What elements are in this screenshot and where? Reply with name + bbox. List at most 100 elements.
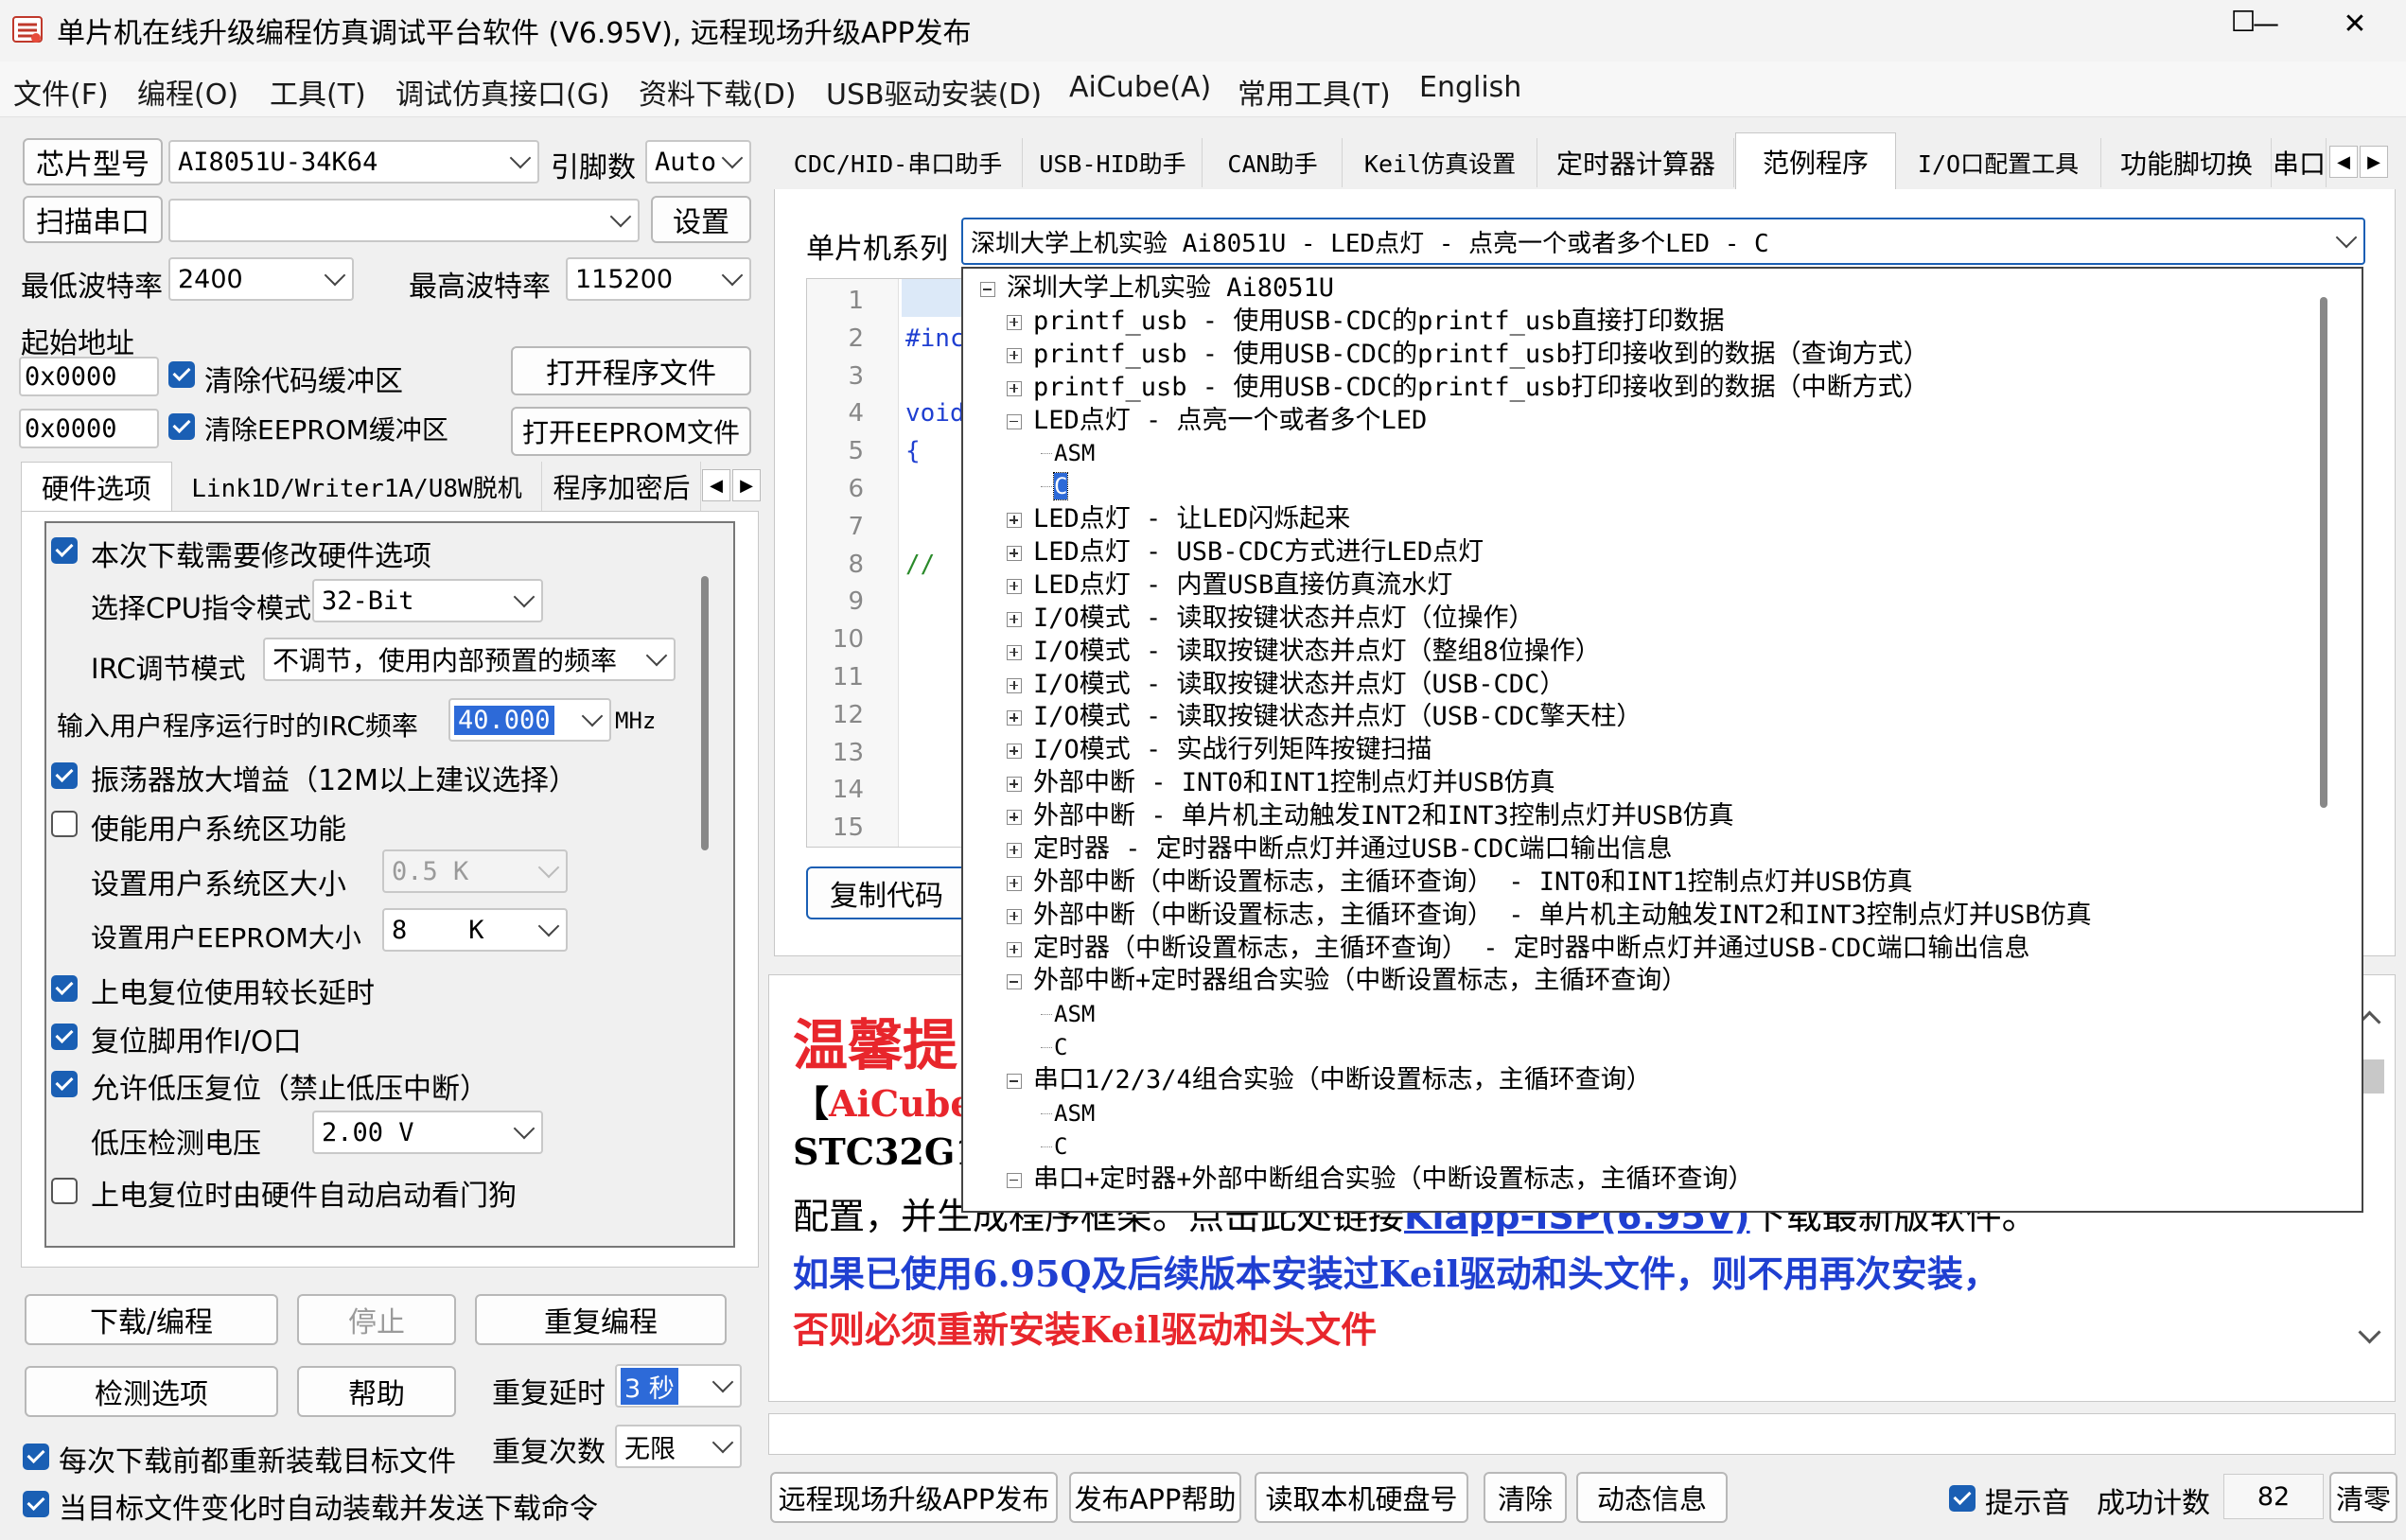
collapse-icon[interactable] (1007, 1074, 1022, 1090)
address-input-2[interactable]: 0x0000 (19, 409, 159, 448)
tree-item[interactable]: 串口1/2/3/4组合实验（中断设置标志，主循环查询） (1033, 1064, 1652, 1096)
expand-icon[interactable] (1007, 513, 1022, 529)
tree-item[interactable]: printf_usb - 使用USB-CDC的printf_usb打印接收到的数… (1033, 339, 1929, 371)
menu-usb-driver[interactable]: USB驱动安装(D) (826, 71, 1042, 113)
tab-serial[interactable]: 串口 (2273, 138, 2327, 187)
menu-program[interactable]: 编程(O) (137, 71, 238, 113)
tab-scroll-left-button[interactable]: ◀ (702, 469, 730, 501)
tab-scroll-left-button[interactable]: ◀ (2329, 146, 2358, 178)
auto-watchdog-checkbox[interactable] (51, 1178, 78, 1204)
max-baud-select[interactable]: 115200 (566, 257, 751, 301)
expand-icon[interactable] (1007, 644, 1022, 660)
settings-button[interactable]: 设置 (651, 196, 751, 243)
tab-pin-switch[interactable]: 功能脚切换 (2102, 138, 2272, 187)
collapse-icon[interactable] (1007, 413, 1022, 429)
download-program-button[interactable]: 下载/编程 (25, 1294, 278, 1345)
close-button[interactable]: ✕ (2331, 8, 2379, 41)
expand-icon[interactable] (1007, 677, 1022, 693)
reset-count-button[interactable]: 清零 (2329, 1472, 2397, 1523)
address-input-1[interactable]: 0x0000 (19, 357, 159, 396)
expand-icon[interactable] (1007, 347, 1022, 363)
chip-model-button[interactable]: 芯片型号 (23, 138, 163, 185)
long-delay-checkbox[interactable] (51, 975, 78, 1002)
expand-icon[interactable] (1007, 546, 1022, 562)
expand-icon[interactable] (1007, 875, 1022, 891)
tab-timer-calc[interactable]: 定时器计算器 (1538, 138, 1734, 187)
publish-app-button[interactable]: 远程现场升级APP发布 (770, 1472, 1058, 1523)
tree-item[interactable]: I/O模式 - 实战行列矩阵按键扫描 (1033, 734, 1432, 766)
tree-item[interactable]: 定时器 - 定时器中断点灯并通过USB-CDC端口输出信息 (1033, 833, 1673, 866)
menu-common-tools[interactable]: 常用工具(T) (1238, 71, 1391, 113)
tree-item[interactable]: ASM (1054, 1097, 1095, 1129)
expand-icon[interactable] (1007, 710, 1022, 726)
scroll-down-icon[interactable] (2358, 1321, 2381, 1344)
tab-hardware-options[interactable]: 硬件选项 (21, 462, 172, 512)
modify-hw-checkbox[interactable] (51, 537, 78, 564)
repeat-delay-select[interactable]: 3 秒 (615, 1364, 742, 1408)
tree-item[interactable]: 外部中断+定时器组合实验（中断设置标志，主循环查询） (1033, 965, 1687, 997)
osc-gain-checkbox[interactable] (51, 762, 78, 789)
maximize-button[interactable]: ☐ (2220, 6, 2267, 39)
tab-can[interactable]: CAN助手 (1203, 138, 1343, 187)
publish-help-button[interactable]: 发布APP帮助 (1069, 1472, 1241, 1523)
tab-examples[interactable]: 范例程序 (1735, 132, 1896, 190)
eeprom-size-select[interactable]: 8 K (382, 908, 568, 952)
expand-icon[interactable] (1007, 611, 1022, 627)
tree-item[interactable]: LED点灯 - 点亮一个或者多个LED (1033, 405, 1427, 437)
dynamic-info-button[interactable]: 动态信息 (1576, 1472, 1728, 1523)
expand-icon[interactable] (1007, 314, 1022, 330)
hw-scrollbar[interactable] (701, 576, 709, 850)
scan-port-button[interactable]: 扫描串口 (23, 196, 163, 243)
expand-icon[interactable] (1007, 777, 1022, 793)
expand-icon[interactable] (1007, 941, 1022, 957)
auto-reload-checkbox[interactable] (23, 1491, 49, 1517)
tree-item[interactable]: ASM (1054, 998, 1095, 1030)
irc-freq-select[interactable]: 40.000 (448, 698, 611, 742)
tree-item[interactable]: 外部中断（中断设置标志，主循环查询） - INT0和INT1控制点灯并USB仿真 (1033, 866, 1913, 899)
tree-item[interactable]: C (1052, 470, 1069, 502)
menu-english[interactable]: English (1419, 71, 1521, 104)
reset-as-io-checkbox[interactable] (51, 1024, 78, 1050)
tab-scroll-right-button[interactable]: ▶ (732, 469, 761, 501)
tree-item[interactable]: I/O模式 - 读取按键状态并点灯（USB-CDC） (1033, 669, 1565, 701)
tab-io-config[interactable]: I/O口配置工具 (1896, 138, 2101, 187)
clear-eeprom-checkbox[interactable] (168, 413, 195, 440)
low-volt-reset-checkbox[interactable] (51, 1071, 78, 1097)
expand-icon[interactable] (1007, 842, 1022, 858)
tab-usb-hid[interactable]: USB-HID助手 (1024, 138, 1203, 187)
tree-item[interactable]: 定时器（中断设置标志，主循环查询） - 定时器中断点灯并通过USB-CDC端口输… (1033, 933, 2030, 965)
scroll-thumb[interactable] (2362, 1059, 2384, 1094)
read-hdd-button[interactable]: 读取本机硬盘号 (1255, 1472, 1468, 1523)
expand-icon[interactable] (1007, 578, 1022, 594)
tree-item[interactable]: LED点灯 - 让LED闪烁起来 (1033, 503, 1350, 535)
series-dropdown[interactable]: 深圳大学上机实验 Ai8051U printf_usb - 使用USB-CDC的p… (961, 267, 2363, 1213)
min-baud-select[interactable]: 2400 (168, 257, 354, 301)
menu-downloads[interactable]: 资料下载(D) (639, 71, 797, 113)
open-program-file-button[interactable]: 打开程序文件 (511, 346, 751, 395)
tab-keil-sim[interactable]: Keil仿真设置 (1343, 138, 1537, 187)
tree-item[interactable]: printf_usb - 使用USB-CDC的printf_usb直接打印数据 (1033, 306, 1725, 338)
sound-checkbox[interactable] (1949, 1485, 1976, 1512)
tree-item[interactable]: I/O模式 - 读取按键状态并点灯（整组8位操作） (1033, 636, 1601, 668)
enable-sys-area-checkbox[interactable] (51, 811, 78, 837)
tree-item[interactable]: 外部中断（中断设置标志，主循环查询） - 单片机主动触发INT2和INT3控制点… (1033, 900, 2092, 932)
expand-icon[interactable] (1007, 380, 1022, 396)
tab-scroll-right-button[interactable]: ▶ (2360, 146, 2388, 178)
tree-item[interactable]: 外部中断 - 单片机主动触发INT2和INT3控制点灯并USB仿真 (1033, 800, 1734, 832)
dropdown-scrollbar[interactable] (2320, 297, 2327, 808)
tab-cdc-hid-serial[interactable]: CDC/HID-串口助手 (774, 138, 1023, 187)
cpu-mode-select[interactable]: 32-Bit (312, 579, 543, 622)
expand-icon[interactable] (1007, 908, 1022, 924)
tree-item[interactable]: 深圳大学上机实验 Ai8051U (1007, 272, 1334, 305)
open-eeprom-file-button[interactable]: 打开EEPROM文件 (511, 407, 751, 456)
collapse-icon[interactable] (1007, 974, 1022, 990)
tree-item[interactable]: LED点灯 - 内置USB直接仿真流水灯 (1033, 569, 1452, 602)
tab-link1d[interactable]: Link1D/Writer1A/U8W脱机 (172, 462, 542, 511)
chip-model-select[interactable]: AI8051U-34K64 (168, 140, 539, 184)
check-options-button[interactable]: 检测选项 (25, 1366, 278, 1417)
help-button[interactable]: 帮助 (297, 1366, 456, 1417)
tree-item[interactable]: C (1054, 1130, 1067, 1163)
repeat-program-button[interactable]: 重复编程 (475, 1294, 727, 1345)
tree-item[interactable]: LED点灯 - USB-CDC方式进行LED点灯 (1033, 536, 1484, 569)
repeat-count-select[interactable]: 无限 (615, 1425, 742, 1468)
